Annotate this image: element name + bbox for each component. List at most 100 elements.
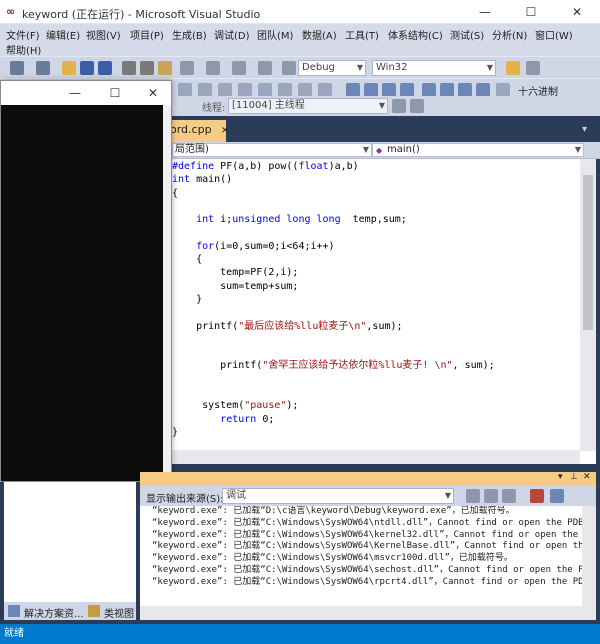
menu-test[interactable]: 测试(S) <box>450 27 484 42</box>
code-token: main() <box>190 174 233 186</box>
menu-architecture[interactable]: 体系结构(C) <box>388 27 443 42</box>
menu-analyze[interactable]: 分析(N) <box>492 27 527 42</box>
menu-debug[interactable]: 调试(D) <box>214 27 250 42</box>
keyword-token: return <box>220 413 257 425</box>
paste-icon[interactable] <box>158 61 172 75</box>
restart-icon[interactable] <box>400 83 414 97</box>
tab-overflow-icon[interactable]: ▾ <box>582 124 587 135</box>
menu-build[interactable]: 生成(B) <box>172 27 207 42</box>
code-token: i; <box>214 214 233 226</box>
status-bar: 就绪 <box>0 624 600 644</box>
save-all-icon[interactable] <box>98 61 112 75</box>
breakpoints-icon[interactable] <box>198 83 212 97</box>
minimize-button[interactable]: — <box>462 0 508 24</box>
menu-help[interactable]: 帮助(H) <box>6 42 41 57</box>
menu-edit[interactable]: 编辑(E) <box>46 27 80 42</box>
output-line: “keyword.exe”: 已加载“C:\Windows\SysWOW64\n… <box>152 517 582 528</box>
navigate-back-icon[interactable] <box>232 61 246 75</box>
navigate-forward-icon[interactable] <box>258 61 272 75</box>
redo-icon[interactable] <box>206 61 220 75</box>
word-wrap-icon[interactable] <box>550 489 564 503</box>
next-message-icon[interactable] <box>502 489 516 503</box>
filter-threads-icon[interactable] <box>410 99 424 113</box>
pin-icon[interactable]: ⊥ <box>570 472 578 482</box>
output-text[interactable]: “keyword.exe”: 已加载“D:\c语言\keyword\Debug\… <box>140 506 582 606</box>
locals-icon[interactable] <box>238 83 252 97</box>
keyword-token: int <box>196 214 215 226</box>
code-token: { <box>172 254 203 266</box>
new-project-icon[interactable] <box>10 61 24 75</box>
debug-window-icon[interactable] <box>178 83 192 97</box>
quick-watch-icon[interactable] <box>496 83 510 97</box>
find-in-files-icon[interactable] <box>506 61 520 75</box>
keyword-token: int <box>172 174 191 186</box>
registers-icon[interactable] <box>298 83 312 97</box>
chevron-down-icon[interactable]: ▾ <box>558 472 563 482</box>
tab-class-view[interactable]: 类视图 <box>104 605 134 620</box>
continue-icon[interactable] <box>346 83 360 97</box>
code-line: return 0; <box>172 414 578 427</box>
console-maximize-button[interactable]: ☐ <box>97 81 133 105</box>
code-token: temp,sum; <box>340 214 407 226</box>
console-title-bar[interactable]: — ☐ ✕ <box>1 81 171 105</box>
stop-debugging-icon[interactable] <box>382 83 396 97</box>
call-stack-icon[interactable] <box>258 83 272 97</box>
menu-team[interactable]: 团队(M) <box>257 27 293 42</box>
scope-select[interactable]: 局范围) ▼ <box>172 143 372 157</box>
output-line: “keyword.exe”: 已加载“C:\Windows\SysWOW64\k… <box>152 529 582 540</box>
output-vertical-scrollbar[interactable] <box>582 506 596 606</box>
maximize-button[interactable]: ☐ <box>508 0 554 24</box>
previous-message-icon[interactable] <box>484 489 498 503</box>
clear-all-icon[interactable] <box>530 489 544 503</box>
console-close-button[interactable]: ✕ <box>135 81 171 105</box>
status-text: 就绪 <box>4 628 24 639</box>
step-into-icon[interactable] <box>440 83 454 97</box>
output-line: “keyword.exe”: 已加载“C:\Windows\SysWOW64\r… <box>152 576 582 587</box>
string-token: "舍罕王应该给予达依尔粒%llu麦子! \n" <box>262 360 453 372</box>
configuration-select[interactable]: Debug ▼ <box>298 60 366 76</box>
step-out-icon[interactable] <box>476 83 490 97</box>
tab-solution-explorer[interactable]: 解决方案资... <box>24 605 84 620</box>
keyword-token: unsigned long long <box>232 214 341 226</box>
copy-icon[interactable] <box>140 61 154 75</box>
chevron-down-icon: ▼ <box>486 63 493 72</box>
console-scrollbar[interactable] <box>163 105 171 481</box>
memory-icon[interactable] <box>278 83 292 97</box>
cut-icon[interactable] <box>122 61 136 75</box>
close-tab-icon[interactable]: ✕ <box>221 126 229 136</box>
menu-file[interactable]: 文件(F) <box>6 27 40 42</box>
menu-data[interactable]: 数据(A) <box>302 27 337 42</box>
start-debug-icon[interactable] <box>282 61 296 75</box>
code-token: printf( <box>172 320 239 332</box>
watch-icon[interactable] <box>218 83 232 97</box>
console-minimize-button[interactable]: — <box>57 81 93 105</box>
find-message-icon[interactable] <box>466 489 480 503</box>
close-icon[interactable]: ✕ <box>583 472 591 482</box>
editor-horizontal-scrollbar[interactable] <box>172 450 580 464</box>
close-button[interactable]: ✕ <box>554 0 600 24</box>
break-all-icon[interactable] <box>364 83 378 97</box>
step-over-icon[interactable] <box>458 83 472 97</box>
toolbar-options-icon[interactable] <box>526 61 540 75</box>
function-select[interactable]: ◆ main() ▼ <box>372 143 584 157</box>
menu-view[interactable]: 视图(V) <box>86 27 121 42</box>
platform-select[interactable]: Win32 ▼ <box>372 60 496 76</box>
save-icon[interactable] <box>80 61 94 75</box>
output-horizontal-scrollbar[interactable] <box>140 606 596 620</box>
open-file-icon[interactable] <box>62 61 76 75</box>
threads-icon[interactable] <box>318 83 332 97</box>
menu-window[interactable]: 窗口(W) <box>535 27 573 42</box>
show-next-statement-icon[interactable] <box>422 83 436 97</box>
output-source-select[interactable]: 调试 ▼ <box>222 488 454 504</box>
flag-threads-icon[interactable] <box>392 99 406 113</box>
undo-icon[interactable] <box>180 61 194 75</box>
menu-tools[interactable]: 工具(T) <box>345 27 379 42</box>
thread-select[interactable]: [11004] 主线程 ▼ <box>228 98 388 114</box>
code-token: sum=temp+sum; <box>172 280 299 292</box>
solution-explorer-tree[interactable] <box>4 482 136 602</box>
add-item-icon[interactable] <box>36 61 50 75</box>
chevron-down-icon: ▼ <box>444 491 451 500</box>
code-text[interactable]: #define PF(a,b) pow((float)a,b) int main(… <box>172 161 578 449</box>
editor-scroll-thumb[interactable] <box>583 175 593 330</box>
menu-project[interactable]: 项目(P) <box>130 27 164 42</box>
